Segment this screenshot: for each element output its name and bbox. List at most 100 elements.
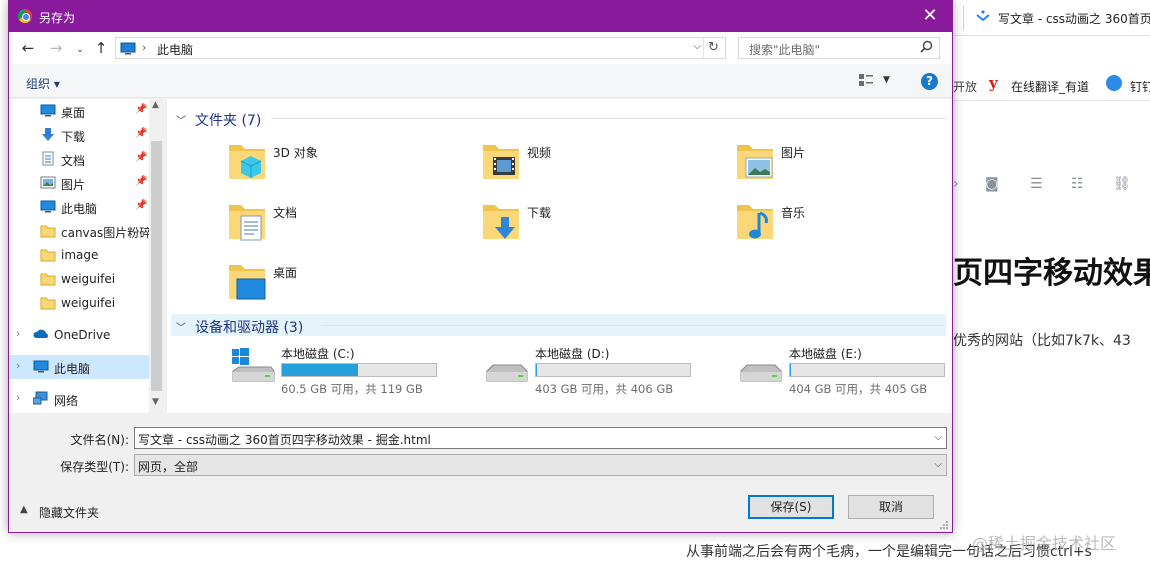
sidebar-item-label: 此电脑 (61, 202, 98, 216)
forward-arrow-icon[interactable]: → (47, 39, 65, 57)
content-pane: ﹀ 文件夹 (7) 3D 对象 视频 图片 文档 下载 音乐 桌面 ﹀ 设备和驱… (167, 99, 952, 413)
folder-icon (40, 271, 56, 286)
address-bar[interactable]: › 此电脑 ⌵ ↻ (115, 37, 726, 59)
folder-icon (40, 295, 56, 310)
unordered-list-icon[interactable]: ☰ (1030, 176, 1043, 192)
drive-e[interactable]: 本地磁盘 (E:) 404 GB 可用，共 405 GB (739, 341, 979, 396)
sidebar-item-label: 文档 (61, 154, 86, 168)
chevron-right-icon[interactable]: › (16, 327, 20, 340)
sidebar-item-pictures[interactable]: 图片 📌 (9, 171, 149, 195)
filetype-select[interactable]: 网页，全部 ⌵ (134, 454, 947, 476)
network-icon (32, 391, 49, 406)
sidebar-item-label: 下载 (61, 130, 86, 144)
chevron-right-icon[interactable]: › (16, 359, 20, 372)
filename-label: 文件名(N): (70, 433, 129, 447)
dialog-title: 另存为 (39, 11, 76, 25)
sidebar-item-downloads[interactable]: 下载 📌 (9, 123, 149, 147)
folder-name: 图片 (781, 146, 806, 160)
recent-locations-icon[interactable]: ⌄ (71, 41, 89, 59)
sidebar-item-this-pc[interactable]: › 此电脑 (9, 355, 149, 379)
downloads-icon (481, 199, 521, 245)
folder-videos[interactable]: 视频 (481, 139, 711, 193)
sidebar-item-onedrive[interactable]: › OneDrive (9, 323, 149, 347)
ordered-list-icon[interactable]: ☷ (1071, 176, 1084, 192)
browser-tab-title[interactable]: 写文章 - css动画之 360首页 (998, 10, 1150, 27)
chevron-down-icon[interactable]: ⌵ (934, 432, 942, 443)
folder-music[interactable]: 音乐 (735, 199, 965, 253)
view-dropdown-icon[interactable]: ▼ (883, 75, 890, 85)
drive-name: 本地磁盘 (C:) (281, 347, 355, 361)
resize-grip-icon[interactable] (939, 519, 949, 529)
document-icon (40, 151, 56, 166)
scroll-down-icon[interactable]: ▼ (152, 397, 159, 407)
filename-input[interactable]: 写文章 - css动画之 360首页四字移动效果 - 掘金.html ⌵ (134, 427, 947, 449)
chevron-right-icon[interactable]: › (142, 41, 146, 54)
up-arrow-icon[interactable]: ↑ (92, 39, 110, 57)
save-button[interactable]: 保存(S) (748, 495, 834, 519)
folder-downloads[interactable]: 下载 (481, 199, 711, 253)
command-bar: 组织 ▾ ▼ ? (9, 64, 952, 98)
chevron-down-icon[interactable]: ﹀ (176, 112, 186, 127)
folders-group-header[interactable]: ﹀ 文件夹 (7) (171, 107, 946, 129)
chrome-icon (18, 9, 32, 23)
desktop-icon (40, 103, 56, 118)
computer-icon (120, 42, 136, 55)
editor-toolbar: › ◙ ☰ ☷ ⛓ (953, 176, 1150, 196)
close-button[interactable]: ✕ (908, 1, 952, 32)
search-input[interactable]: 搜索"此电脑" (738, 37, 940, 59)
folder-pictures[interactable]: 图片 (735, 139, 965, 193)
filename-value[interactable]: 写文章 - css动画之 360首页四字移动效果 - 掘金.html (138, 431, 431, 448)
nav-scrollbar[interactable]: ▲ ▼ (149, 99, 164, 413)
drive-d[interactable]: 本地磁盘 (D:) 403 GB 可用，共 406 GB (485, 341, 725, 396)
sidebar-item-this-pc-quick[interactable]: 此电脑 📌 (9, 195, 149, 219)
view-options-icon[interactable] (859, 74, 873, 86)
sidebar-item-label: 网络 (54, 394, 79, 408)
sidebar-item-weiguifei-2[interactable]: weiguifei (9, 291, 149, 315)
drives-group-header[interactable]: ﹀ 设备和驱动器 (3) (171, 314, 946, 336)
organize-menu[interactable]: 组织 ▾ (26, 75, 60, 92)
drive-space-info: 403 GB 可用，共 406 GB (535, 382, 674, 396)
preview-icon[interactable]: ◙ (985, 176, 999, 192)
folder-documents[interactable]: 文档 (227, 199, 457, 253)
sidebar-item-weiguifei-1[interactable]: weiguifei (9, 267, 149, 291)
pin-icon: 📌 (135, 152, 148, 163)
folder-name: 文档 (273, 206, 298, 220)
cancel-button[interactable]: 取消 (848, 495, 934, 519)
address-row: ← → ⌄ ↑ › 此电脑 ⌵ ↻ 搜索"此电脑" (9, 32, 952, 64)
sidebar-item-canvas[interactable]: canvas图片粉碎 (9, 219, 152, 243)
sidebar-item-documents[interactable]: 文档 📌 (9, 147, 149, 171)
juejin-tab-icon (975, 9, 991, 25)
scroll-thumb[interactable] (151, 141, 162, 391)
folder-name: 下载 (527, 206, 552, 220)
address-path[interactable]: 此电脑 (157, 41, 193, 58)
computer-icon (40, 199, 56, 214)
help-button[interactable]: ? (921, 73, 938, 90)
chevron-right-icon[interactable]: › (16, 391, 20, 404)
drive-c[interactable]: 本地磁盘 (C:) 60.5 GB 可用，共 119 GB (231, 341, 471, 396)
folder-3d-objects[interactable]: 3D 对象 (227, 139, 457, 193)
dialog-titlebar[interactable]: 另存为 ✕ (9, 1, 952, 32)
sidebar-item-network[interactable]: › 网络 (9, 387, 149, 411)
sidebar-item-image[interactable]: image (9, 243, 149, 267)
chevron-down-icon[interactable]: ⌵ (934, 459, 942, 470)
scroll-up-icon[interactable]: ▲ (152, 100, 159, 110)
folder-desktop[interactable]: 桌面 (227, 259, 457, 313)
videos-icon (481, 139, 521, 185)
chevron-down-icon[interactable]: ⌵ (693, 41, 701, 52)
back-arrow-icon[interactable]: ← (19, 39, 37, 57)
folder-icon (40, 223, 56, 238)
link-icon[interactable]: ⛓ (1113, 176, 1131, 192)
bookmark-dingtalk[interactable]: 钉钉 (1130, 78, 1150, 95)
sidebar-item-label: canvas图片粉碎 (61, 226, 152, 240)
bookmark-truncated[interactable]: 开放 (953, 78, 977, 95)
drive-name: 本地磁盘 (D:) (535, 347, 610, 361)
folder-icon (40, 247, 56, 262)
chevron-down-icon[interactable]: ﹀ (176, 319, 186, 334)
sidebar-item-desktop[interactable]: 桌面 📌 (9, 99, 149, 123)
pictures-icon (735, 139, 775, 185)
bookmark-youdao[interactable]: 在线翻译_有道 (1011, 78, 1089, 95)
pin-icon: 📌 (135, 128, 148, 139)
refresh-icon[interactable]: ↻ (703, 38, 723, 58)
download-icon (40, 127, 56, 142)
music-icon (735, 199, 775, 245)
